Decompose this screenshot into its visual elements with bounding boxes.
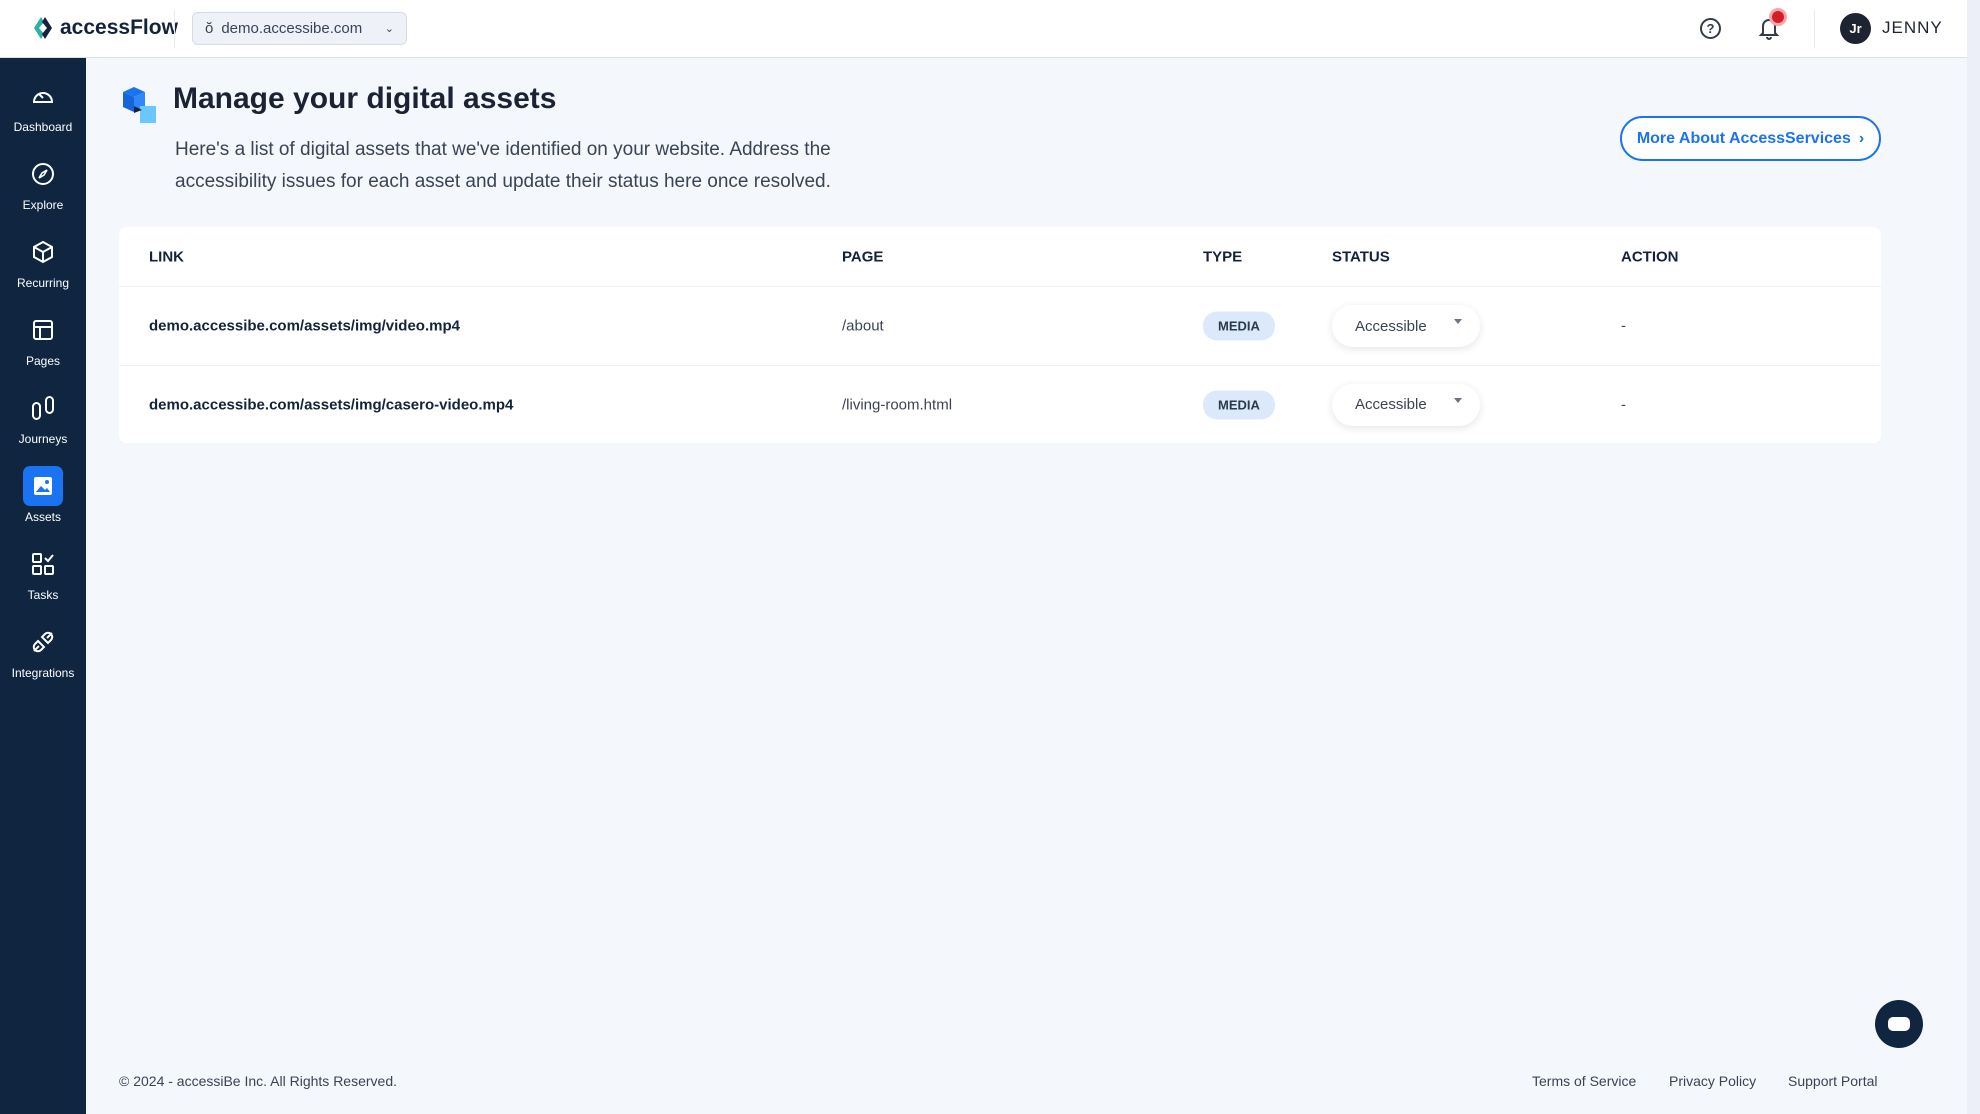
sidebar-item-tasks[interactable]: Tasks <box>0 544 86 614</box>
help-icon[interactable]: ? <box>1700 18 1721 39</box>
sidebar-item-assets[interactable]: Assets <box>0 466 86 536</box>
table-row: demo.accessibe.com/assets/img/video.mp4 … <box>119 287 1881 365</box>
sidebar-item-label: Assets <box>24 510 61 524</box>
more-about-accessservices-button[interactable]: More About AccessServices › <box>1620 116 1881 161</box>
sidebar-item-label: Recurring <box>16 276 70 290</box>
chat-button[interactable] <box>1875 1000 1923 1048</box>
image-icon <box>23 466 63 506</box>
brand-name: accessFlow <box>60 16 178 39</box>
terms-link[interactable]: Terms of Service <box>1532 1073 1636 1089</box>
asset-page: /living-room.html <box>842 396 953 413</box>
assets-cubes-icon <box>123 87 156 123</box>
sidebar-item-explore[interactable]: Explore <box>0 154 86 224</box>
type-badge: MEDIA <box>1203 390 1275 419</box>
plug-icon <box>23 622 63 662</box>
sidebar-item-recurring[interactable]: Recurring <box>0 232 86 302</box>
avatar[interactable]: Jr <box>1840 13 1871 44</box>
cube-icon <box>23 232 63 272</box>
asset-link[interactable]: demo.accessibe.com/assets/img/casero-vid… <box>149 396 513 413</box>
sidebar-item-label: Dashboard <box>13 120 73 134</box>
action-cell: - <box>1621 396 1626 413</box>
domain-selector[interactable]: ŏ demo.accessibe.com ⌄ <box>192 12 407 45</box>
status-dropdown[interactable]: Accessible <box>1332 305 1480 347</box>
column-header-page: PAGE <box>842 248 884 265</box>
chat-icon <box>1888 1017 1910 1031</box>
sidebar-item-label: Pages <box>25 354 61 368</box>
type-badge: MEDIA <box>1203 311 1275 341</box>
notification-dot <box>1772 11 1784 23</box>
divider <box>1814 10 1815 48</box>
chevron-right-icon: › <box>1858 129 1865 147</box>
sidebar-item-label: Tasks <box>27 588 59 602</box>
sidebar-item-journeys[interactable]: Journeys <box>0 388 86 458</box>
sidebar: Dashboard Explore Recurring Pages Journe… <box>0 58 86 1114</box>
column-header-type: TYPE <box>1203 248 1243 265</box>
brand-logo[interactable]: accessFlow <box>32 16 178 40</box>
divider <box>174 10 175 48</box>
compass-icon <box>23 154 63 194</box>
user-name[interactable]: JENNY <box>1882 18 1943 38</box>
table-row: demo.accessibe.com/assets/img/casero-vid… <box>119 365 1881 443</box>
tasks-icon <box>23 544 63 584</box>
top-bar: accessFlow ŏ demo.accessibe.com ⌄ ? Jr J… <box>0 0 1967 58</box>
privacy-link[interactable]: Privacy Policy <box>1669 1073 1756 1089</box>
asset-page: /about <box>842 317 884 335</box>
column-header-action: ACTION <box>1621 248 1679 265</box>
sidebar-item-dashboard[interactable]: Dashboard <box>0 76 86 146</box>
column-header-link: LINK <box>149 248 184 265</box>
layout-icon <box>23 310 63 350</box>
sidebar-item-integrations[interactable]: Integrations <box>0 622 86 692</box>
action-cell: - <box>1621 317 1626 335</box>
column-header-status: STATUS <box>1332 248 1390 265</box>
chevron-down-icon: ⌄ <box>384 23 394 35</box>
table-header: LINK PAGE TYPE STATUS ACTION <box>119 227 1881 287</box>
caret-down-icon <box>1454 397 1462 403</box>
domain-label: demo.accessibe.com <box>221 20 363 37</box>
assets-table: LINK PAGE TYPE STATUS ACTION demo.access… <box>119 227 1881 443</box>
caret-down-icon <box>1454 319 1462 324</box>
support-portal-link[interactable]: Support Portal <box>1788 1073 1878 1089</box>
scrollbar[interactable] <box>1967 0 1980 1114</box>
route-icon <box>23 388 63 428</box>
status-dropdown[interactable]: Accessible <box>1332 383 1480 426</box>
page-title: Manage your digital assets <box>173 82 557 115</box>
sidebar-item-label: Journeys <box>18 432 68 446</box>
copyright: © 2024 - accessiBe Inc. All Rights Reser… <box>119 1073 397 1089</box>
asset-link[interactable]: demo.accessibe.com/assets/img/video.mp4 <box>149 318 460 335</box>
page-description: Here's a list of digital assets that we'… <box>175 139 831 192</box>
sidebar-item-pages[interactable]: Pages <box>0 310 86 380</box>
site-icon: ŏ <box>205 20 214 37</box>
sidebar-item-label: Explore <box>22 198 64 212</box>
sidebar-item-label: Integrations <box>11 666 75 680</box>
accessflow-logo-icon <box>34 17 52 39</box>
gauge-icon <box>23 76 63 116</box>
